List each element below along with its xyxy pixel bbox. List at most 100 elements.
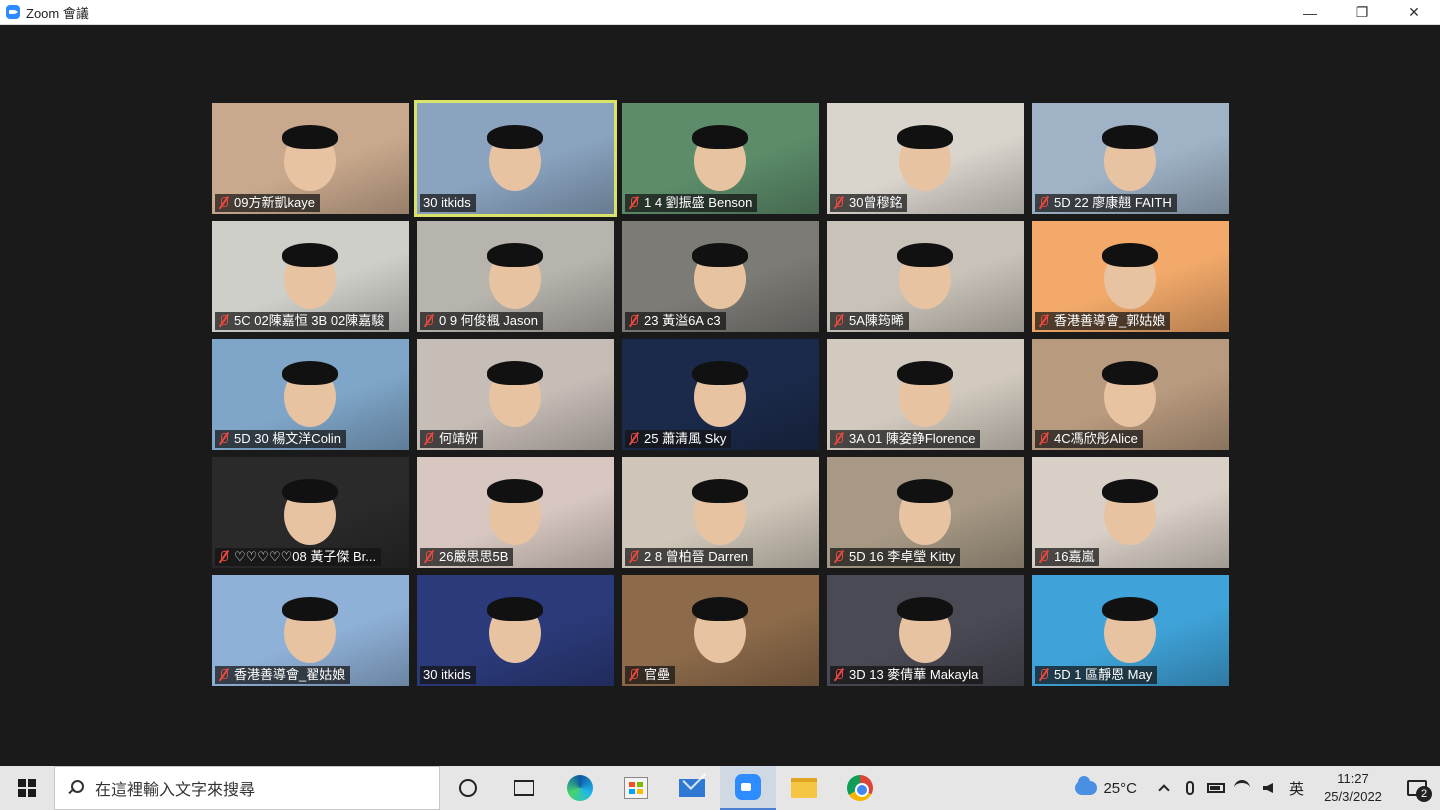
participant-name: 30 itkids <box>423 195 471 210</box>
clock[interactable]: 11:27 25/3/2022 <box>1312 770 1394 806</box>
participant-video-tile[interactable]: 4C馮欣彤Alice <box>1032 339 1229 450</box>
participant-video-tile[interactable]: 30曾穆銘 <box>827 103 1024 214</box>
show-hidden-icons-button[interactable] <box>1151 766 1177 810</box>
participant-video-tile[interactable]: 香港善導會_郭姑娘 <box>1032 221 1229 332</box>
windows-logo-icon <box>18 779 36 797</box>
taskbar-mail[interactable] <box>664 766 720 810</box>
action-center-button[interactable]: 2 <box>1394 766 1440 810</box>
participant-hair <box>1102 597 1158 621</box>
participant-name-label: 1 4 劉振盛 Benson <box>625 194 758 212</box>
network-tray[interactable] <box>1229 766 1255 810</box>
participant-video-tile[interactable]: 30 itkids <box>417 575 614 686</box>
microphone-icon <box>1185 781 1194 795</box>
chrome-icon <box>847 775 873 801</box>
participant-name: 官壘 <box>644 667 671 682</box>
participant-video-tile[interactable]: 0 9 何俊楓 Jason <box>417 221 614 332</box>
participant-name: 5D 16 李卓瑩 Kitty <box>849 549 956 564</box>
participant-video-tile[interactable]: 5D 1 區靜恩 May <box>1032 575 1229 686</box>
participant-video-tile[interactable]: 1 4 劉振盛 Benson <box>622 103 819 214</box>
taskbar-chrome[interactable] <box>832 766 888 810</box>
mail-icon <box>679 779 705 797</box>
participant-video-tile[interactable]: 5D 16 李卓瑩 Kitty <box>827 457 1024 568</box>
participant-video-tile[interactable]: 25 蕭清風 Sky <box>622 339 819 450</box>
start-button[interactable] <box>0 766 54 810</box>
microphone-muted-icon <box>833 432 845 446</box>
taskbar-zoom[interactable] <box>720 766 776 810</box>
participant-hair <box>487 479 543 503</box>
participant-hair <box>897 597 953 621</box>
microphone-muted-icon <box>628 314 640 328</box>
taskbar: 在這裡輸入文字來搜尋 25°C 英 11:27 25/3/2022 2 <box>0 766 1440 810</box>
participant-video-tile[interactable]: 5D 22 廖康翹 FAITH <box>1032 103 1229 214</box>
search-placeholder: 在這裡輸入文字來搜尋 <box>95 782 256 799</box>
search-icon <box>67 780 84 796</box>
participant-name-label: 30曾穆銘 <box>830 194 908 212</box>
microphone-muted-icon <box>628 550 640 564</box>
participant-name: 1 4 劉振盛 Benson <box>644 195 753 210</box>
battery-tray[interactable] <box>1203 766 1229 810</box>
taskbar-file-explorer[interactable] <box>776 766 832 810</box>
task-view-button[interactable] <box>496 766 552 810</box>
participant-name: 09方新凱kaye <box>234 195 315 210</box>
participant-video-tile[interactable]: 09方新凱kaye <box>212 103 409 214</box>
participant-name-label: 5D 16 李卓瑩 Kitty <box>830 548 961 566</box>
participant-name-label: 香港善導會_翟姑娘 <box>215 666 351 684</box>
participant-name-label: 23 黃溢6A c3 <box>625 312 726 330</box>
participant-name-label: 16嘉嵐 <box>1035 548 1100 566</box>
microphone-muted-icon <box>628 196 640 210</box>
volume-tray[interactable] <box>1255 766 1281 810</box>
participant-name-label: 5D 22 廖康翹 FAITH <box>1035 194 1177 212</box>
battery-icon <box>1206 783 1225 793</box>
participant-name-label: 09方新凱kaye <box>215 194 320 212</box>
participant-video-tile[interactable]: 5A陳筠晞 <box>827 221 1024 332</box>
microphone-tray[interactable] <box>1177 766 1203 810</box>
participant-hair <box>1102 243 1158 267</box>
weather-cloud-icon[interactable] <box>1075 776 1098 795</box>
participant-video-tile[interactable]: 30 itkids <box>414 100 617 217</box>
taskbar-store[interactable] <box>608 766 664 810</box>
participant-video-tile[interactable]: 官壘 <box>622 575 819 686</box>
participant-video-tile[interactable]: 香港善導會_翟姑娘 <box>212 575 409 686</box>
folder-icon <box>791 778 817 798</box>
participant-hair <box>692 125 748 149</box>
participant-name-label: 0 9 何俊楓 Jason <box>420 312 543 330</box>
input-method-indicator[interactable]: 英 <box>1289 778 1304 799</box>
cortana-button[interactable] <box>440 766 496 810</box>
taskbar-search-box[interactable]: 在這裡輸入文字來搜尋 <box>54 766 440 810</box>
participant-video-tile[interactable]: 16嘉嵐 <box>1032 457 1229 568</box>
participant-name-label: 何靖妍 <box>420 430 484 448</box>
participant-video-tile[interactable]: 何靖妍 <box>417 339 614 450</box>
participant-video-tile[interactable]: 5D 30 楊文洋Colin <box>212 339 409 450</box>
participant-name-label: ♡♡♡♡♡08 黃子傑 Br... <box>215 548 382 566</box>
participant-hair <box>897 479 953 503</box>
microphone-muted-icon <box>1038 550 1050 564</box>
weather-temperature[interactable]: 25°C <box>1103 780 1137 797</box>
microphone-muted-icon <box>628 668 640 682</box>
participant-video-tile[interactable]: 2 8 曾柏晉 Darren <box>622 457 819 568</box>
task-view-icon <box>514 780 534 796</box>
participant-name: 5C 02陳嘉恒 3B 02陳嘉駿 <box>234 313 385 328</box>
participant-video-tile[interactable]: 26嚴思思5B <box>417 457 614 568</box>
chevron-up-icon <box>1158 784 1170 796</box>
participant-name-label: 3A 01 陳姿錚Florence <box>830 430 981 448</box>
participant-hair <box>487 243 543 267</box>
participant-name: 30 itkids <box>423 667 471 682</box>
microphone-muted-icon <box>833 314 845 328</box>
microphone-muted-icon <box>423 432 435 446</box>
participant-name: 2 8 曾柏晉 Darren <box>644 549 749 564</box>
participant-video-tile[interactable]: 23 黃溢6A c3 <box>622 221 819 332</box>
participant-hair <box>897 125 953 149</box>
minimize-button[interactable]: — <box>1284 0 1336 25</box>
participant-hair <box>1102 479 1158 503</box>
close-button[interactable]: ✕ <box>1388 0 1440 25</box>
participant-video-tile[interactable]: ♡♡♡♡♡08 黃子傑 Br... <box>212 457 409 568</box>
zoom-app-icon <box>6 5 20 19</box>
participant-hair <box>282 125 338 149</box>
participant-video-tile[interactable]: 3D 13 麥倩華 Makayla <box>827 575 1024 686</box>
participant-hair <box>1102 361 1158 385</box>
restore-button[interactable]: ❐ <box>1336 0 1388 25</box>
participant-video-tile[interactable]: 3A 01 陳姿錚Florence <box>827 339 1024 450</box>
participant-hair <box>1102 125 1158 149</box>
taskbar-edge[interactable] <box>552 766 608 810</box>
participant-video-tile[interactable]: 5C 02陳嘉恒 3B 02陳嘉駿 <box>212 221 409 332</box>
